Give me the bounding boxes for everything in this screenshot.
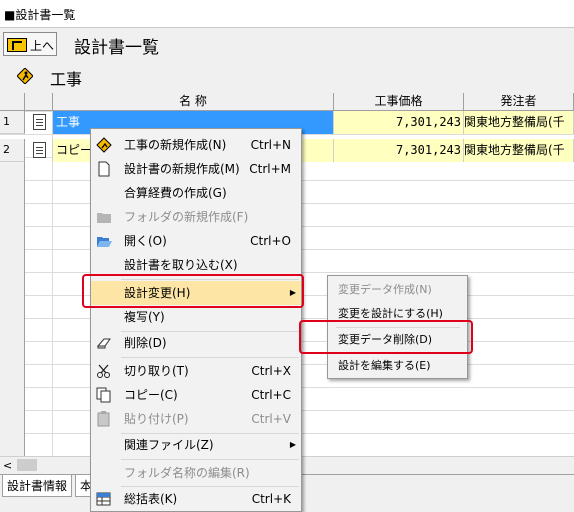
- window-title: ■設計書一覧: [4, 8, 76, 22]
- menu-item-shortcut: Ctrl+K: [251, 492, 291, 506]
- menu-item-label: 合算経費の作成(G): [124, 186, 227, 200]
- document-icon: [98, 161, 110, 177]
- menu-item-label: 関連ファイル(Z): [124, 438, 214, 452]
- menu-item-paste[interactable]: 貼り付け(P) Ctrl+V: [91, 407, 301, 431]
- annotation-highlight-design-change: [82, 274, 304, 308]
- folder-icon: [97, 213, 111, 223]
- menu-item-label: 削除(D): [124, 336, 167, 350]
- construction-sign-icon: [17, 68, 33, 84]
- section-header: 工事: [0, 60, 574, 92]
- row-header-column: [0, 162, 25, 456]
- up-button[interactable]: 上へ: [3, 32, 57, 56]
- eraser-icon: [96, 338, 111, 349]
- menu-item-label: 貼り付け(P): [124, 412, 189, 426]
- menu-item-shortcut: Ctrl+C: [251, 388, 291, 402]
- menu-item-label: 工事の新規作成(N): [124, 138, 227, 152]
- document-icon: [33, 142, 46, 158]
- menu-item-duplicate[interactable]: 複写(Y): [91, 305, 301, 329]
- submenu-item-create-change-data[interactable]: 変更データ作成(N): [328, 278, 467, 302]
- document-icon: [33, 114, 46, 130]
- menu-item-cut[interactable]: 切り取り(T) Ctrl+X: [91, 359, 301, 383]
- up-arrow-icon: [7, 38, 27, 52]
- menu-item-shortcut: Ctrl+X: [251, 364, 291, 378]
- scrollbar-thumb[interactable]: [17, 459, 37, 471]
- menu-item-label: フォルダ名称の編集(R): [124, 466, 250, 480]
- menu-item-summary-table[interactable]: 総括表(K) Ctrl+K: [91, 487, 301, 511]
- toolbar: 上へ 設計書一覧: [0, 29, 574, 59]
- scissors-icon: [97, 364, 110, 378]
- menu-item-new-folder[interactable]: フォルダの新規作成(F): [91, 205, 301, 229]
- summary-table-icon: [96, 492, 111, 506]
- table-row-client: 関東地方整備局(千: [464, 139, 574, 162]
- menu-item-label: 開く(O): [124, 234, 167, 248]
- submenu-item-edit-design[interactable]: 設計を編集する(E): [328, 354, 467, 378]
- menu-item-label: コピー(C): [124, 388, 178, 402]
- copy-icon: [96, 387, 111, 403]
- up-button-label: 上へ: [30, 39, 55, 53]
- menu-item-delete[interactable]: 削除(D): [91, 331, 301, 355]
- page-title: 設計書一覧: [74, 38, 159, 58]
- column-header-price[interactable]: 工事価格: [334, 93, 464, 111]
- table-row-price: 7,301,243: [334, 111, 464, 134]
- section-title: 工事: [50, 70, 83, 89]
- icon-column-header: [25, 93, 53, 111]
- open-folder-icon: [97, 237, 112, 247]
- menu-item-shortcut: Ctrl+O: [250, 234, 291, 248]
- menu-item-new-design[interactable]: 設計書の新規作成(M) Ctrl+M: [91, 157, 301, 181]
- annotation-highlight-delete-change-data: [299, 320, 473, 354]
- menu-item-combined-expenses[interactable]: 合算経費の作成(G): [91, 181, 301, 205]
- column-header-client[interactable]: 発注者: [464, 93, 574, 111]
- menu-item-label: 総括表(K): [124, 492, 178, 506]
- table-row-price: 7,301,243: [334, 139, 464, 162]
- menu-item-label: フォルダの新規作成(F): [124, 210, 249, 224]
- menu-item-label: 切り取り(T): [124, 364, 189, 378]
- scroll-left-icon[interactable]: <: [3, 459, 12, 472]
- menu-item-shortcut: Ctrl+N: [250, 138, 291, 152]
- submenu-arrow-icon: ▶: [289, 440, 296, 449]
- menu-item-label: 複写(Y): [124, 310, 165, 324]
- menu-item-shortcut: Ctrl+M: [249, 162, 291, 176]
- column-header-name[interactable]: 名 称: [53, 93, 334, 111]
- construction-sign-icon: [96, 137, 112, 153]
- row-icon-cell: [25, 111, 53, 134]
- row-icon-cell: [25, 139, 53, 162]
- context-menu: 工事の新規作成(N) Ctrl+N 設計書の新規作成(M) Ctrl+M 合算経…: [90, 128, 302, 512]
- row-number: 2: [0, 139, 25, 162]
- menu-item-new-construction[interactable]: 工事の新規作成(N) Ctrl+N: [91, 133, 301, 157]
- paste-icon: [97, 411, 110, 427]
- row-number-header: [0, 93, 25, 111]
- menu-separator: [121, 459, 299, 460]
- menu-separator: [121, 357, 299, 358]
- menu-item-related-files[interactable]: 関連ファイル(Z) ▶: [91, 433, 301, 457]
- tab-design-info[interactable]: 設計書情報: [2, 475, 73, 497]
- menu-item-label: 設計書の新規作成(M): [124, 162, 240, 176]
- row-number: 1: [0, 111, 25, 134]
- window-titlebar: ■設計書一覧: [0, 0, 574, 28]
- menu-item-rename-folder[interactable]: フォルダ名称の編集(R): [91, 461, 301, 485]
- menu-item-copy[interactable]: コピー(C) Ctrl+C: [91, 383, 301, 407]
- menu-item-shortcut: Ctrl+V: [251, 412, 291, 426]
- menu-item-open[interactable]: 開く(O) Ctrl+O: [91, 229, 301, 253]
- table-row-client: 関東地方整備局(千: [464, 111, 574, 134]
